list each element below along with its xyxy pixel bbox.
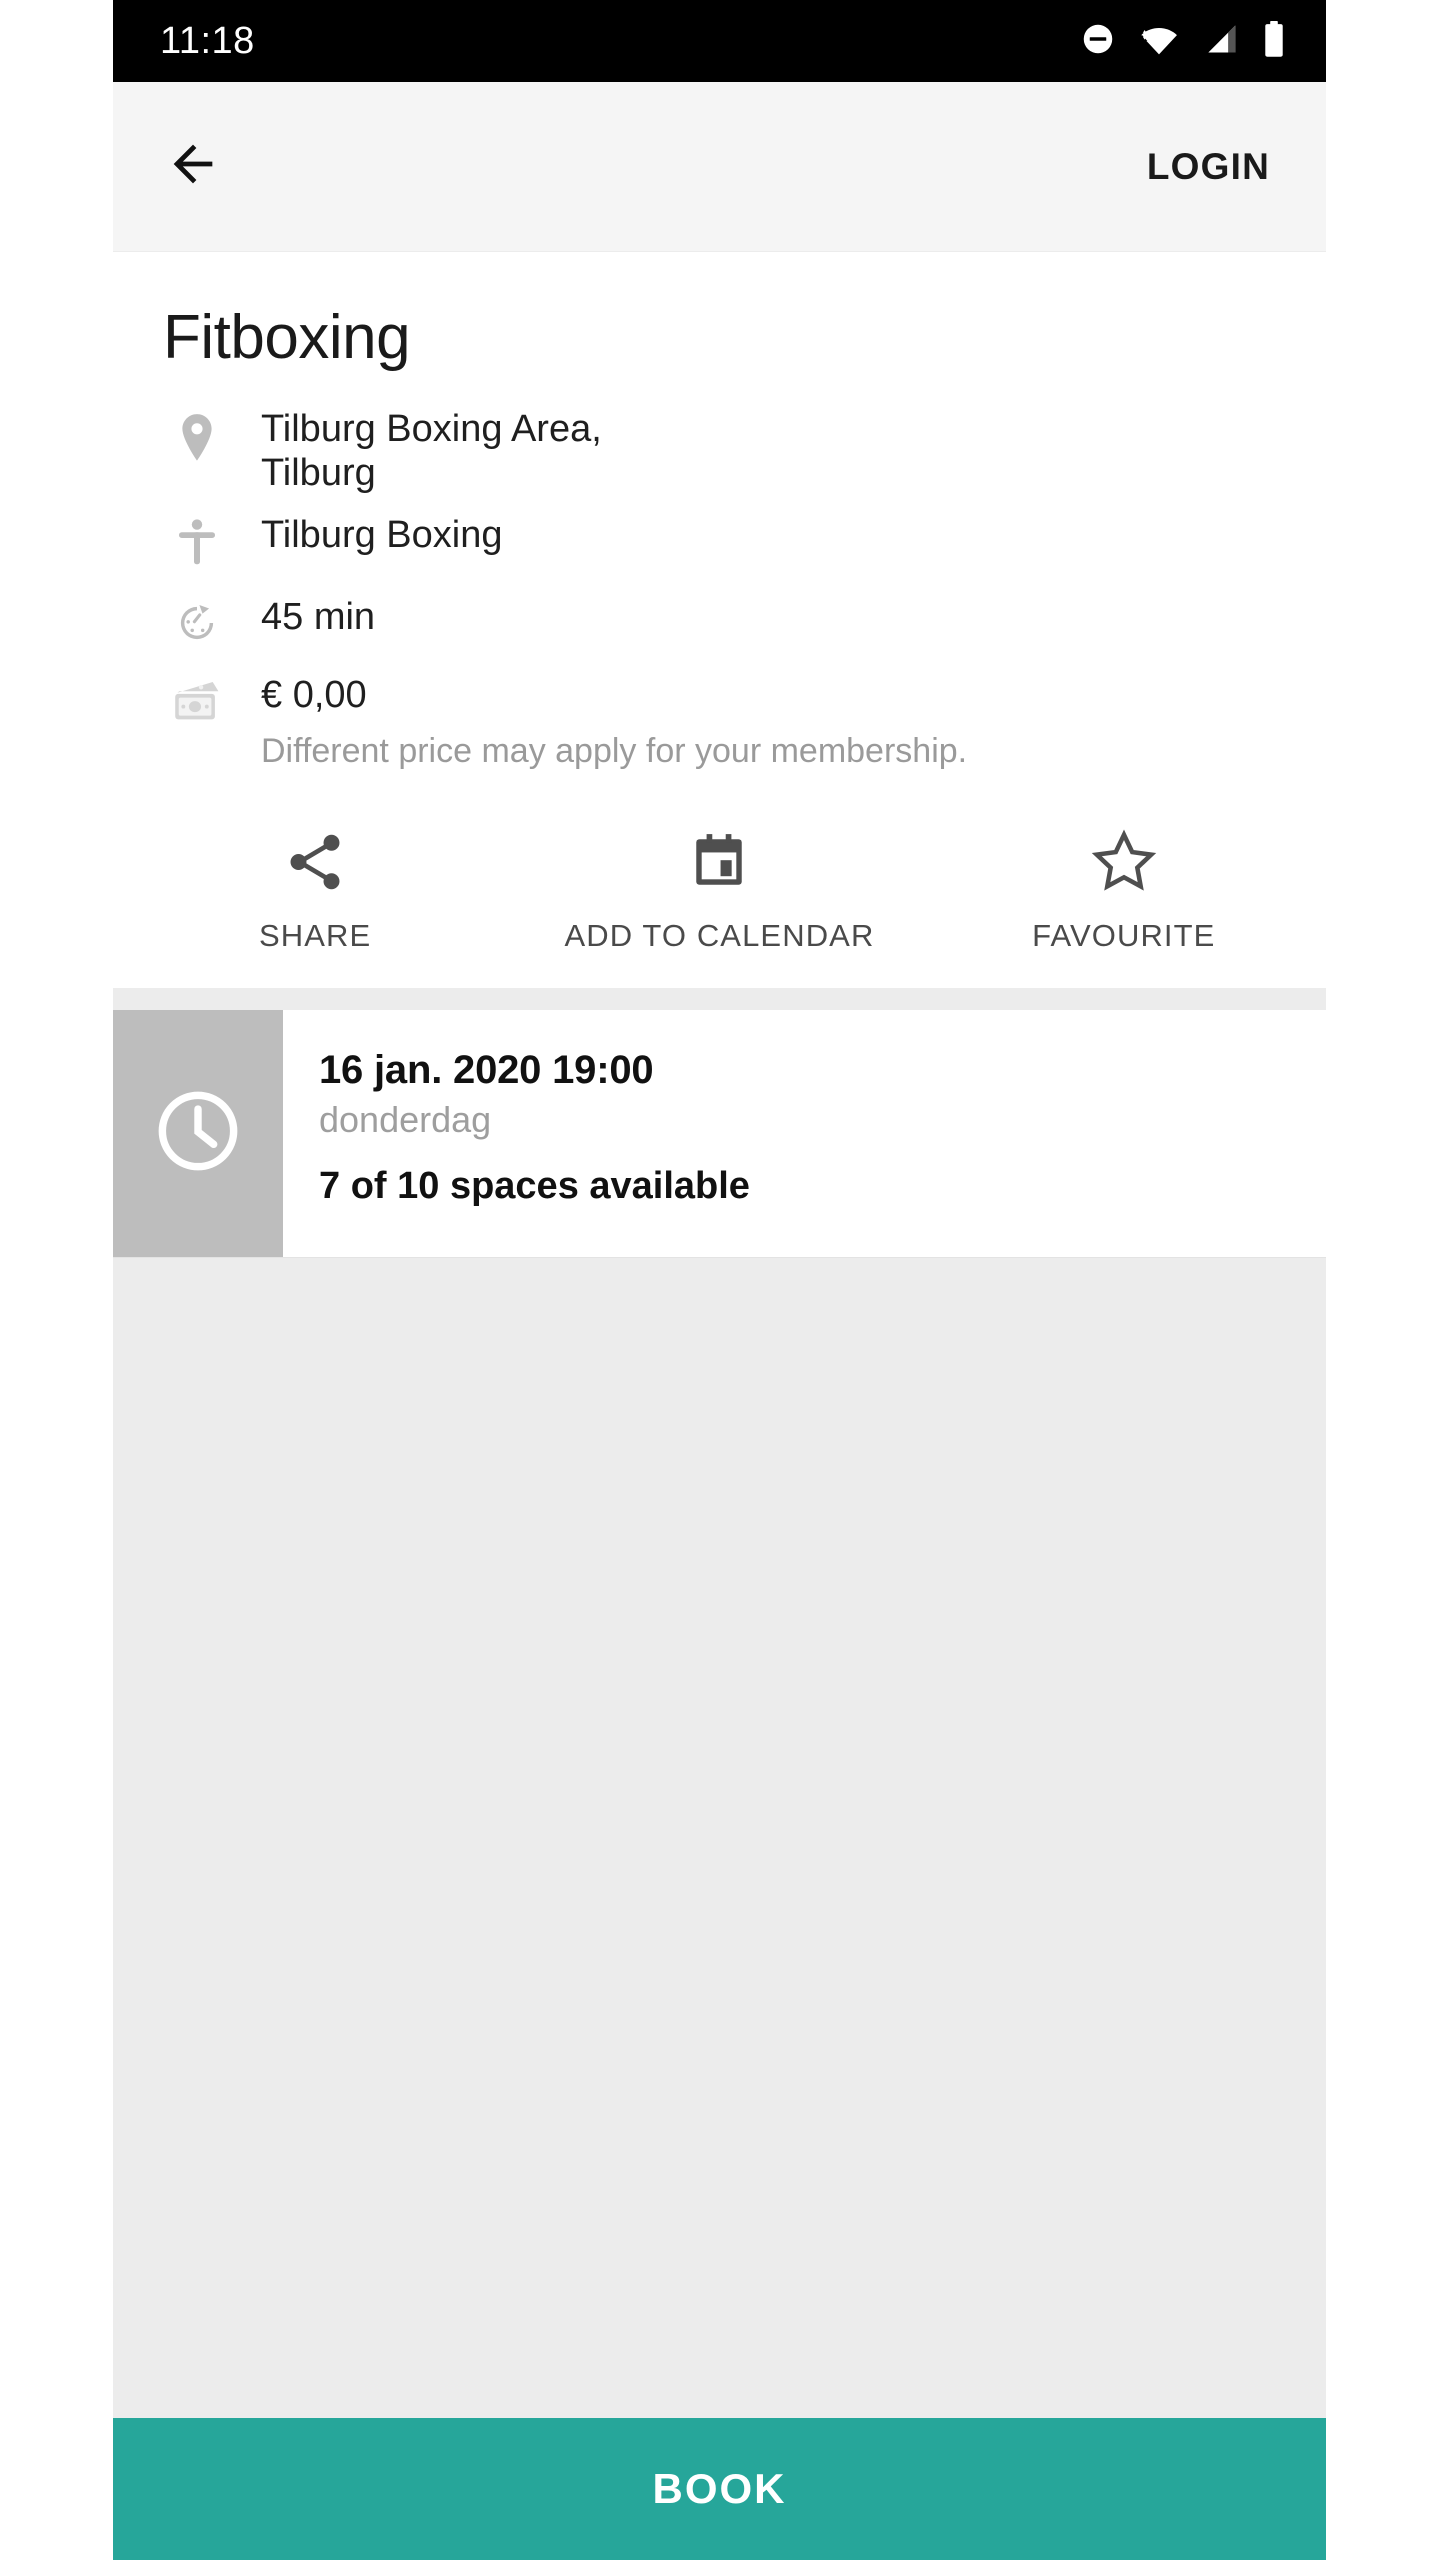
page-title: Fitboxing: [163, 303, 411, 372]
session-weekday: donderdag: [319, 1098, 492, 1140]
detail-row-duration: 45 min: [113, 595, 1326, 645]
session-list-item[interactable]: 16 jan. 2020 19:00 donderdag 7 of 10 spa…: [113, 1009, 1326, 1258]
location-line-2: Tilburg: [261, 452, 376, 495]
share-label: SHARE: [259, 917, 372, 953]
detail-row-location: Tilburg Boxing Area, Tilburg: [113, 407, 1326, 495]
clock-icon: [151, 1084, 245, 1183]
session-details: 16 jan. 2020 19:00 donderdag 7 of 10 spa…: [283, 1010, 1326, 1257]
share-button[interactable]: SHARE: [113, 820, 517, 954]
add-to-calendar-label: ADD TO CALENDAR: [564, 917, 875, 953]
star-outline-icon: [1090, 820, 1158, 904]
instructor-text: Tilburg Boxing: [261, 514, 503, 557]
section-divider: [113, 987, 1326, 1010]
favourite-label: FAVOURITE: [1032, 917, 1216, 953]
add-to-calendar-button[interactable]: ADD TO CALENDAR: [517, 820, 921, 954]
book-button[interactable]: BOOK: [113, 2418, 1326, 2560]
location-line-1: Tilburg Boxing Area,: [261, 408, 602, 450]
action-button-row: SHARE ADD TO CALENDAR FAVOURITE: [113, 820, 1326, 988]
money-icon: [163, 673, 231, 725]
battery-icon: [1262, 20, 1286, 63]
session-thumbnail: [113, 1009, 283, 1257]
detail-row-price: € 0,00: [113, 673, 1326, 725]
price-note: Different price may apply for your membe…: [261, 732, 968, 771]
back-arrow-icon: [164, 135, 222, 198]
login-button[interactable]: LOGIN: [1139, 132, 1278, 202]
status-icon-group: [1080, 20, 1286, 63]
duration-text: 45 min: [261, 596, 376, 639]
book-button-label: BOOK: [652, 2465, 787, 2512]
person-icon: [163, 513, 231, 567]
back-button[interactable]: [151, 125, 235, 209]
phone-viewport: 11:18 LOGIN Fitboxing Tilburg Boxing Are…: [113, 0, 1326, 2560]
app-bar: LOGIN: [113, 82, 1326, 252]
status-bar: 11:18: [113, 0, 1326, 82]
location-pin-icon: [163, 407, 231, 463]
session-datetime: 16 jan. 2020 19:00: [319, 1047, 654, 1092]
price-text: € 0,00: [261, 674, 367, 717]
status-clock: 11:18: [160, 19, 255, 62]
cellular-signal-icon: [1202, 21, 1240, 62]
timer-icon: [163, 595, 231, 645]
session-availability: 7 of 10 spaces available: [319, 1164, 750, 1207]
activity-info-card: Fitboxing Tilburg Boxing Area, Tilburg T…: [113, 252, 1326, 988]
calendar-icon: [688, 820, 750, 904]
wifi-icon: [1138, 21, 1180, 62]
list-empty-area: [113, 1257, 1326, 2418]
do-not-disturb-icon: [1080, 21, 1116, 62]
favourite-button[interactable]: FAVOURITE: [922, 820, 1326, 954]
detail-row-instructor: Tilburg Boxing: [113, 513, 1326, 567]
location-text: Tilburg Boxing Area, Tilburg: [231, 407, 602, 495]
share-icon: [282, 820, 348, 904]
